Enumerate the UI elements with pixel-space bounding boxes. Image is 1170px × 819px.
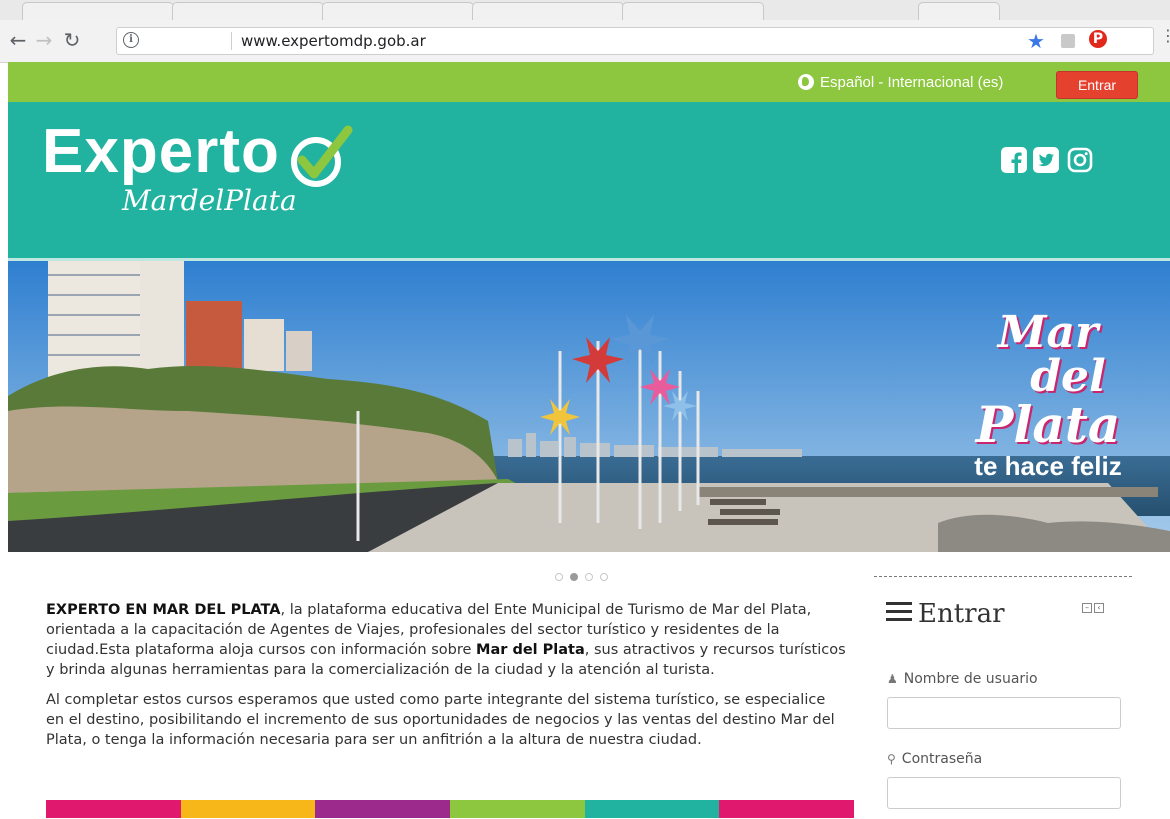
color-strip [46,800,855,818]
intro-bold-city: Mar del Plata [476,642,585,658]
color-strip-segment [180,800,316,818]
username-label: ♟ Nombre de usuario [887,671,1038,687]
slogan-line: del [1030,351,1106,402]
user-icon: ♟ [887,672,898,686]
login-title-text: Entrar [918,599,1005,629]
block-controls: – ‹ [1080,595,1104,614]
info-icon[interactable]: i [123,32,139,48]
twitter-icon[interactable] [1032,146,1060,174]
slogan-line: te hace feliz [974,451,1122,481]
login-button[interactable]: Entrar [1056,71,1138,99]
carousel-dot[interactable] [585,573,593,581]
address-bar[interactable]: i www.expertomdp.gob.ar ★ P [116,27,1154,55]
dock-block-icon[interactable]: ‹ [1094,603,1104,613]
forward-icon[interactable]: → [32,28,56,52]
username-input[interactable] [887,697,1121,729]
reload-icon[interactable]: ↻ [60,28,84,52]
color-strip-segment [450,800,585,818]
intro-bold-title: EXPERTO EN MAR DEL PLATA [46,602,281,618]
color-strip-segment [719,800,855,818]
collapse-block-icon[interactable]: – [1082,603,1092,613]
pdf-extension-icon[interactable] [1061,34,1075,48]
language-label: Español - Internacional (es) [820,74,1004,91]
url-text[interactable]: www.expertomdp.gob.ar [241,32,426,50]
browser-tabstrip [0,0,1170,21]
browser-tab[interactable] [622,2,764,21]
menu-icon[interactable]: ⋮ [1160,26,1170,45]
back-icon[interactable]: ← [6,28,30,52]
color-strip-segment [46,800,181,818]
hero-banner[interactable]: Mar del Plata te hace feliz [8,261,1170,552]
slogan-line: Plata [975,395,1121,454]
browser-tab[interactable] [918,2,1000,21]
color-strip-segment [584,800,720,818]
site-logo[interactable]: Experto MardelPlata [42,116,362,236]
facebook-icon[interactable] [1000,146,1028,174]
intro-text: EXPERTO EN MAR DEL PLATA, la plataforma … [46,600,846,760]
carousel-dot-active[interactable] [570,573,578,581]
color-strip-segment [315,800,451,818]
logo-check-icon [291,125,353,187]
password-label-text: Contraseña [901,751,983,767]
hamburger-icon[interactable] [886,602,912,621]
top-bar: Español - Internacional (es) Entrar [8,62,1170,102]
pinterest-icon[interactable]: P [1089,30,1107,48]
logo-subtitle: MardelPlata [122,184,297,217]
login-block-title: Entrar [886,599,1005,629]
browser-tab[interactable] [22,2,174,21]
password-label: ⚲ Contraseña [887,751,982,767]
address-divider [231,32,232,50]
carousel-dot[interactable] [555,573,563,581]
browser-toolbar: ← → ↻ i www.expertomdp.gob.ar ★ P ⋮ [0,20,1170,63]
slogan-line: Mar [997,307,1099,358]
intro-paragraph: Al completar estos cursos esperamos que … [46,692,835,748]
carousel-dot[interactable] [600,573,608,581]
logo-main-text: Experto [42,117,280,186]
key-icon: ⚲ [887,752,896,766]
browser-tab[interactable] [172,2,324,21]
language-selector[interactable]: Español - Internacional (es) [798,74,1003,91]
hero-slogan: Mar del Plata te hace feliz [948,307,1148,481]
browser-tab[interactable] [322,2,474,21]
site-header: Experto MardelPlata [8,102,1170,261]
browser-tab[interactable] [472,2,624,21]
password-input[interactable] [887,777,1121,809]
carousel-indicators [555,566,615,585]
login-block: – ‹ Entrar ♟ Nombre de usuario ⚲ Contraseña [874,576,1132,819]
instagram-icon[interactable] [1066,146,1094,174]
username-label-text: Nombre de usuario [903,671,1038,687]
globe-icon [798,74,814,90]
star-icon[interactable]: ★ [1027,29,1045,53]
intro-paragraph: EXPERTO EN MAR DEL PLATA, la plataforma … [46,600,846,680]
